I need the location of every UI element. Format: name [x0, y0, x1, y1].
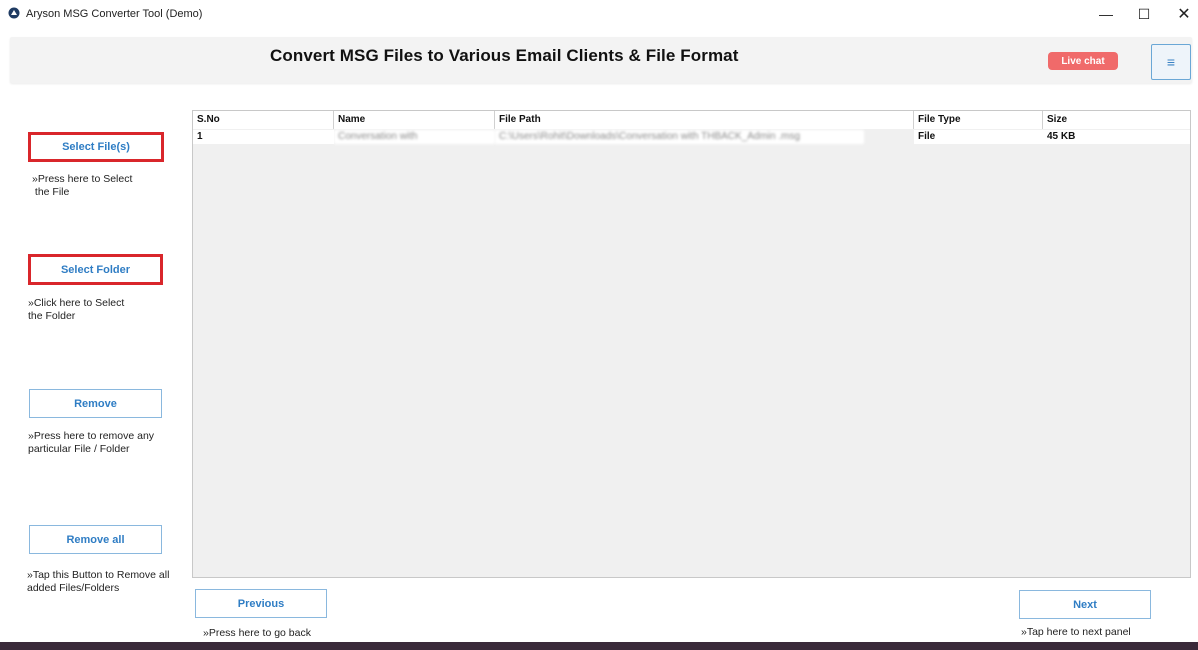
- remove-all-hint: »Tap this Button to Remove all added Fil…: [27, 569, 170, 594]
- hamburger-menu-icon: ≡: [1166, 54, 1176, 70]
- menu-button[interactable]: ≡: [1151, 44, 1191, 80]
- row-file-type: File: [914, 130, 1043, 144]
- window-title: Aryson MSG Converter Tool (Demo): [26, 8, 203, 20]
- live-chat-button[interactable]: Live chat: [1048, 52, 1118, 70]
- select-folder-hint: »Click here to Select the Folder: [28, 297, 125, 322]
- previous-button[interactable]: Previous: [195, 589, 327, 618]
- row-size: 45 KB: [1043, 130, 1190, 144]
- file-list-table[interactable]: [192, 110, 1191, 578]
- row-name: Conversation with: [334, 130, 495, 144]
- remove-button[interactable]: Remove: [29, 389, 162, 418]
- column-header-sno[interactable]: S.No: [193, 111, 334, 129]
- os-taskbar: [0, 642, 1198, 650]
- close-button[interactable]: ✕: [1164, 0, 1198, 28]
- row-file-path: C:\Users\Rohit\Downloads\Conversation wi…: [495, 130, 864, 144]
- next-button[interactable]: Next: [1019, 590, 1151, 619]
- previous-hint: »Press here to go back: [203, 627, 311, 639]
- select-folder-button[interactable]: Select Folder: [28, 254, 163, 285]
- column-header-file-type[interactable]: File Type: [914, 111, 1043, 129]
- minimize-button[interactable]: —: [1086, 0, 1126, 28]
- column-header-file-path[interactable]: File Path: [495, 111, 914, 129]
- page-title: Convert MSG Files to Various Email Clien…: [270, 46, 739, 65]
- maximize-button[interactable]: ☐: [1124, 0, 1164, 28]
- window-titlebar: Aryson MSG Converter Tool (Demo) — ☐ ✕: [0, 0, 1198, 28]
- next-hint: »Tap here to next panel: [1021, 626, 1131, 638]
- remove-hint: »Press here to remove any particular Fil…: [28, 430, 155, 455]
- column-header-size[interactable]: Size: [1043, 111, 1190, 129]
- row-sno: 1: [193, 130, 334, 144]
- remove-all-button[interactable]: Remove all: [29, 525, 162, 554]
- select-files-hint: »Press here to Select the File: [32, 173, 133, 198]
- column-header-name[interactable]: Name: [334, 111, 495, 129]
- select-files-button[interactable]: Select File(s): [28, 132, 164, 162]
- app-logo-icon: [8, 7, 20, 19]
